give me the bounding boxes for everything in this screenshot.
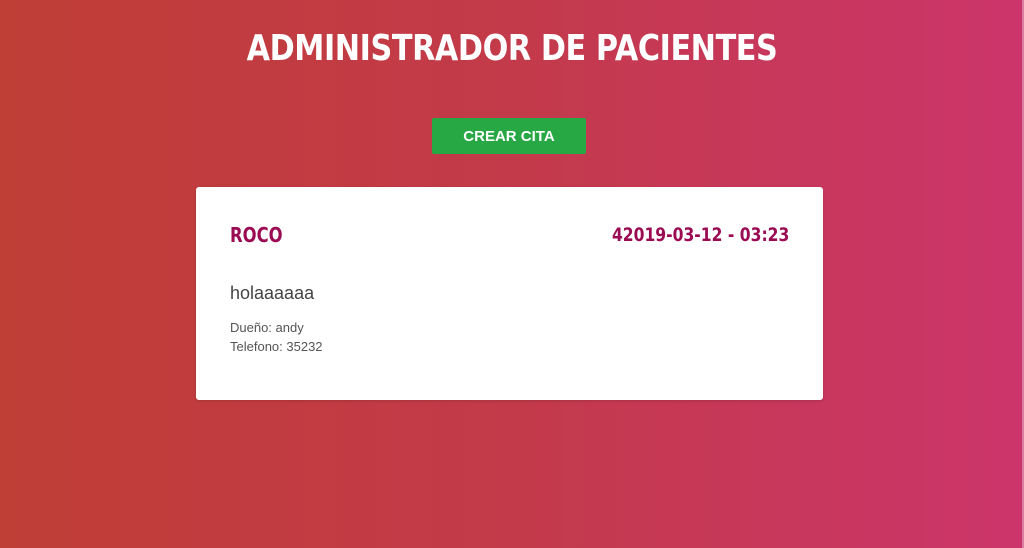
owner-info: Dueño: andy [230, 320, 304, 335]
create-appointment-button[interactable]: CREAR CITA [432, 118, 586, 154]
page-title: ADMINISTRADOR DE PACIENTES [246, 28, 778, 70]
symptoms-text: holaaaaaa [230, 283, 315, 303]
pet-name: ROCO [230, 223, 283, 247]
appointment-datetime: 42019-03-12 - 03:23 [611, 224, 789, 246]
appointment-card: ROCO 42019-03-12 - 03:23 holaaaaaa Dueño… [196, 187, 823, 400]
phone-info: Telefono: 35232 [230, 339, 323, 354]
